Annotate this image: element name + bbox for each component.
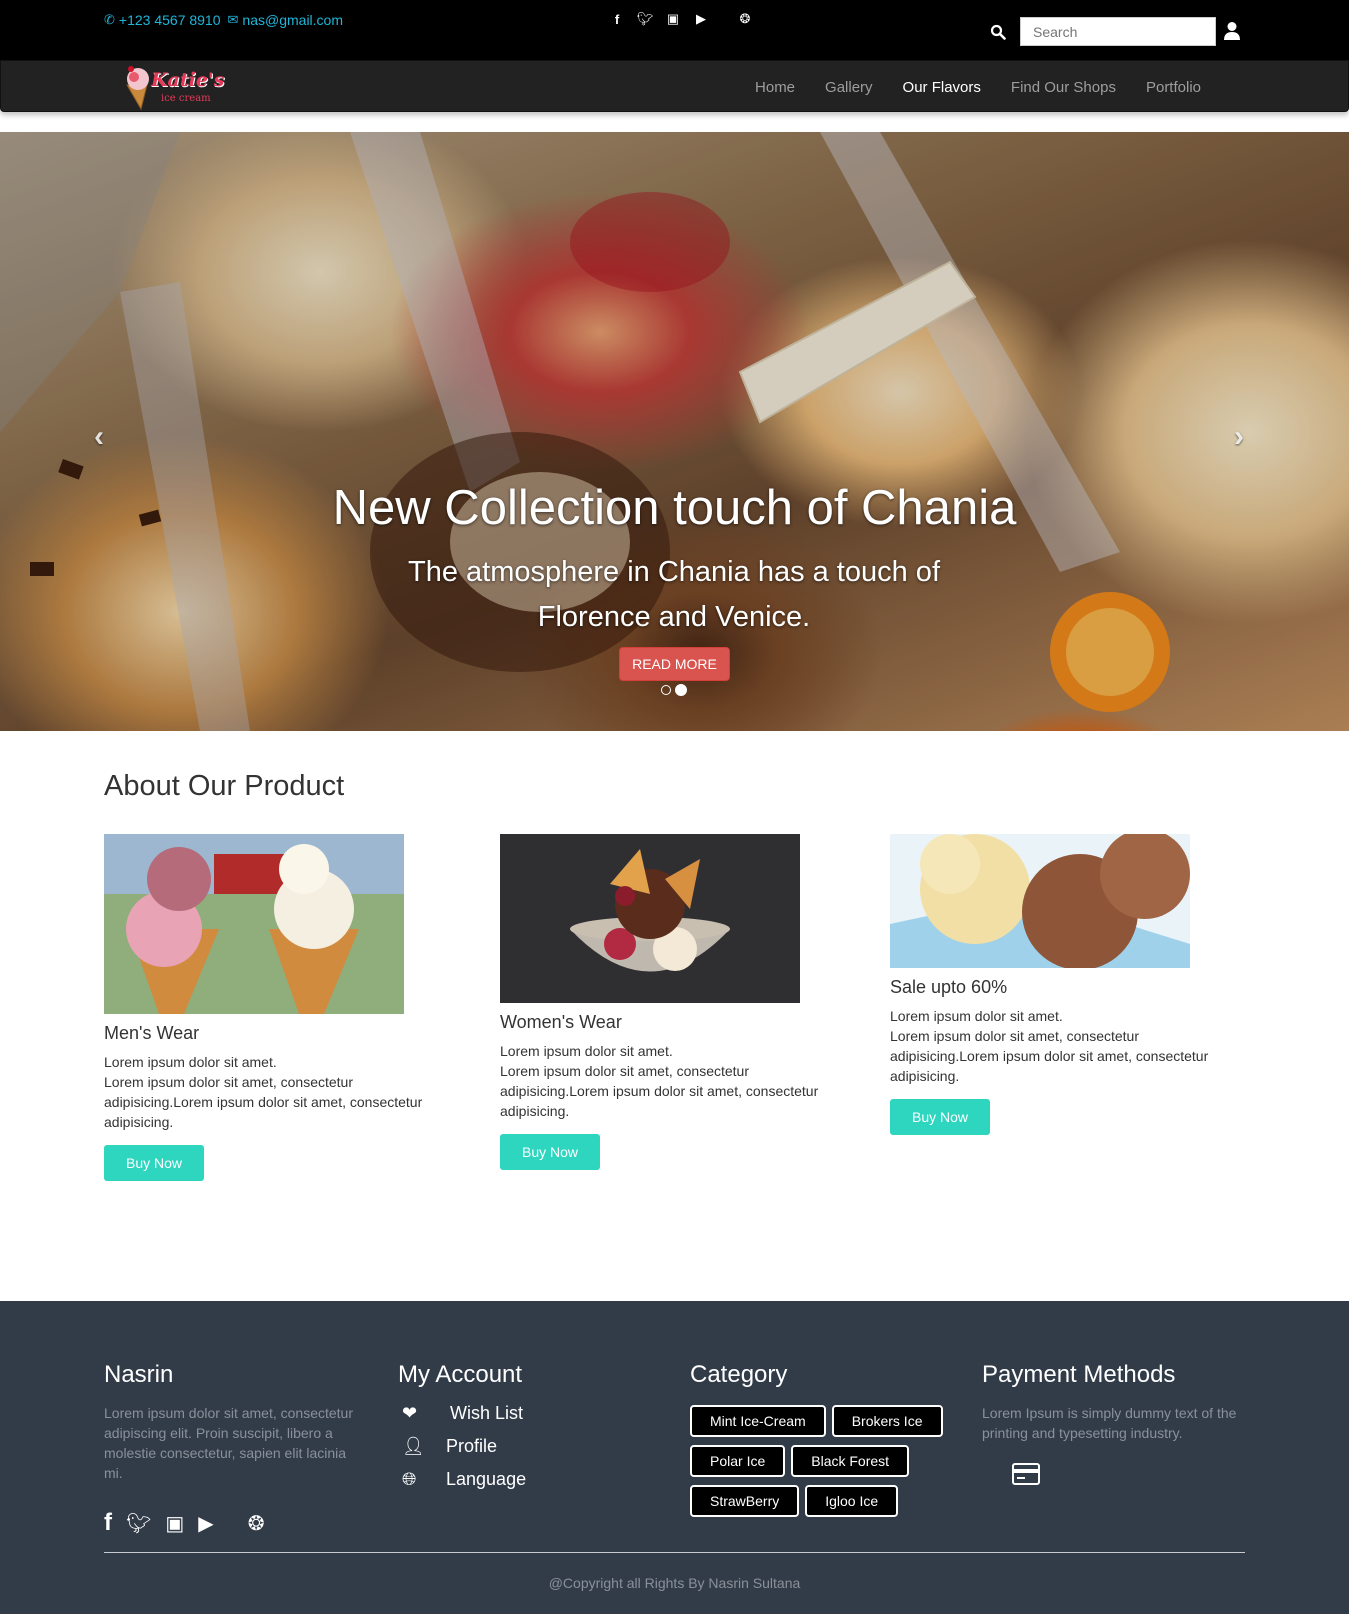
buy-now-button[interactable]: Buy Now <box>104 1145 204 1181</box>
profile-link[interactable]: 👤︎ Profile <box>398 1436 526 1457</box>
main-navbar: Katie's ice cream Home Gallery Our Flavo… <box>0 60 1349 112</box>
logo-subtext: ice cream <box>161 93 211 104</box>
footer-category-title: Category <box>690 1361 788 1388</box>
twitter-icon[interactable]: 🐦︎ <box>636 11 654 27</box>
language-link[interactable]: 🌐︎ Language <box>398 1469 526 1490</box>
carousel-indicator-1[interactable] <box>661 685 671 695</box>
footer-brand-title: Nasrin <box>104 1361 174 1388</box>
nav-portfolio[interactable]: Portfolio <box>1131 79 1216 96</box>
about-section-title: About Our Product <box>104 770 345 802</box>
product-card: Sale upto 60% Lorem ipsum dolor sit amet… <box>890 834 1220 1135</box>
search-input[interactable] <box>1020 17 1216 46</box>
footer-payment-text: Lorem Ipsum is simply dummy text of the … <box>982 1405 1237 1441</box>
youtube-icon[interactable]: ▶ <box>692 11 710 27</box>
top-bar: ✆ +123 4567 8910 ✉ nas@gmail.com f 🐦︎ ▣ … <box>0 0 1349 60</box>
category-tag[interactable]: Igloo Ice <box>805 1485 899 1517</box>
heart-icon: ❤ <box>402 1403 418 1423</box>
category-tag[interactable]: Polar Ice <box>690 1445 786 1477</box>
category-tags: Mint Ice-Cream Brokers Ice Polar Ice Bla… <box>690 1405 960 1517</box>
category-tag[interactable]: StrawBerry <box>690 1485 800 1517</box>
phone-number[interactable]: +123 4567 8910 <box>119 12 221 28</box>
product-description: Lorem ipsum dolor sit amet. Lorem ipsum d… <box>890 1008 1209 1084</box>
site-footer: Nasrin Lorem ipsum dolor sit amet, conse… <box>0 1301 1349 1614</box>
wish-list-link[interactable]: ❤ Wish List <box>398 1403 526 1424</box>
logo-text: Katie's <box>151 69 225 91</box>
product-image-sundae <box>500 834 800 1003</box>
carousel-prev-arrow-icon[interactable]: ‹ <box>94 420 104 454</box>
buy-now-button[interactable]: Buy Now <box>500 1134 600 1170</box>
footer-payment-title: Payment Methods <box>982 1361 1176 1388</box>
nav-find-our-shops[interactable]: Find Our Shops <box>996 79 1131 96</box>
dribbble-icon[interactable]: ❂ <box>736 11 754 27</box>
product-image-cones <box>104 834 404 1014</box>
category-tag[interactable]: Brokers Ice <box>831 1405 943 1437</box>
email-address[interactable]: nas@gmail.com <box>242 12 343 28</box>
brand-logo[interactable]: Katie's ice cream <box>121 65 231 111</box>
hero-carousel: ‹ › New Collection touch of Chania The a… <box>0 132 1349 731</box>
hero-title: New Collection touch of Chania <box>332 481 1017 535</box>
buy-now-button[interactable]: Buy Now <box>890 1099 990 1135</box>
carousel-indicator-2[interactable] <box>675 684 687 696</box>
footer-divider <box>104 1552 1245 1553</box>
contact-info: ✆ +123 4567 8910 ✉ nas@gmail.com <box>104 12 343 28</box>
nav-links: Home Gallery Our Flavors Find Our Shops … <box>740 61 1216 113</box>
carousel-indicators <box>661 684 687 696</box>
footer-payment-column: Payment Methods Lorem Ipsum is simply du… <box>982 1361 1237 1490</box>
user-icon[interactable] <box>1223 21 1241 41</box>
product-card: Men's Wear Lorem ipsum dolor sit amet. Lo… <box>104 834 434 1181</box>
credit-card-icon <box>1012 1463 1040 1485</box>
twitter-icon[interactable]: 🐦︎ <box>126 1511 151 1536</box>
footer-about-column: Nasrin Lorem ipsum dolor sit amet, conse… <box>104 1361 359 1537</box>
product-image-scoops <box>890 834 1190 968</box>
read-more-button[interactable]: READ MORE <box>619 647 730 681</box>
nav-home[interactable]: Home <box>740 79 810 96</box>
instagram-icon[interactable]: ▣ <box>664 11 682 27</box>
product-description: Lorem ipsum dolor sit amet. Lorem ipsum d… <box>104 1054 423 1130</box>
footer-category-column: Category Mint Ice-Cream Brokers Ice Pola… <box>690 1361 960 1517</box>
dribbble-icon[interactable]: ❂ <box>248 1511 265 1536</box>
globe-icon: 🌐︎ <box>402 1469 417 1489</box>
youtube-icon[interactable]: ▶ <box>198 1511 213 1536</box>
carousel-next-arrow-icon[interactable]: › <box>1234 420 1244 454</box>
category-tag[interactable]: Black Forest <box>791 1445 910 1477</box>
nav-our-flavors[interactable]: Our Flavors <box>888 79 996 96</box>
facebook-icon[interactable]: f <box>104 1509 112 1537</box>
product-description: Lorem ipsum dolor sit amet. Lorem ipsum d… <box>500 1043 819 1119</box>
facebook-icon[interactable]: f <box>608 12 626 27</box>
footer-about-text: Lorem ipsum dolor sit amet, consectetur … <box>104 1405 353 1481</box>
user-icon: 👤︎ <box>402 1436 425 1456</box>
search-icon[interactable] <box>990 24 1006 40</box>
copyright-text: @Copyright all Rights By Nasrin Sultana <box>548 1575 801 1591</box>
social-links-top: f 🐦︎ ▣ ▶ ❂ <box>608 11 754 27</box>
footer-account-title: My Account <box>398 1361 523 1388</box>
envelope-icon: ✉ <box>227 12 239 27</box>
product-title: Men's Wear <box>104 1023 200 1043</box>
product-title: Women's Wear <box>500 1012 622 1032</box>
product-title: Sale upto 60% <box>890 977 1008 997</box>
product-card: Women's Wear Lorem ipsum dolor sit amet.… <box>500 834 830 1170</box>
footer-account-column: My Account ❤ Wish List 👤︎ Profile 🌐︎ Lan… <box>398 1361 526 1490</box>
nav-gallery[interactable]: Gallery <box>810 79 888 96</box>
footer-social-links: f 🐦︎ ▣ ▶ ❂ <box>104 1509 359 1537</box>
instagram-icon[interactable]: ▣ <box>165 1511 184 1536</box>
hero-subtitle: The atmosphere in Chania has a touch of … <box>408 556 940 633</box>
category-tag[interactable]: Mint Ice-Cream <box>690 1405 826 1437</box>
phone-icon: ✆ <box>104 12 115 27</box>
